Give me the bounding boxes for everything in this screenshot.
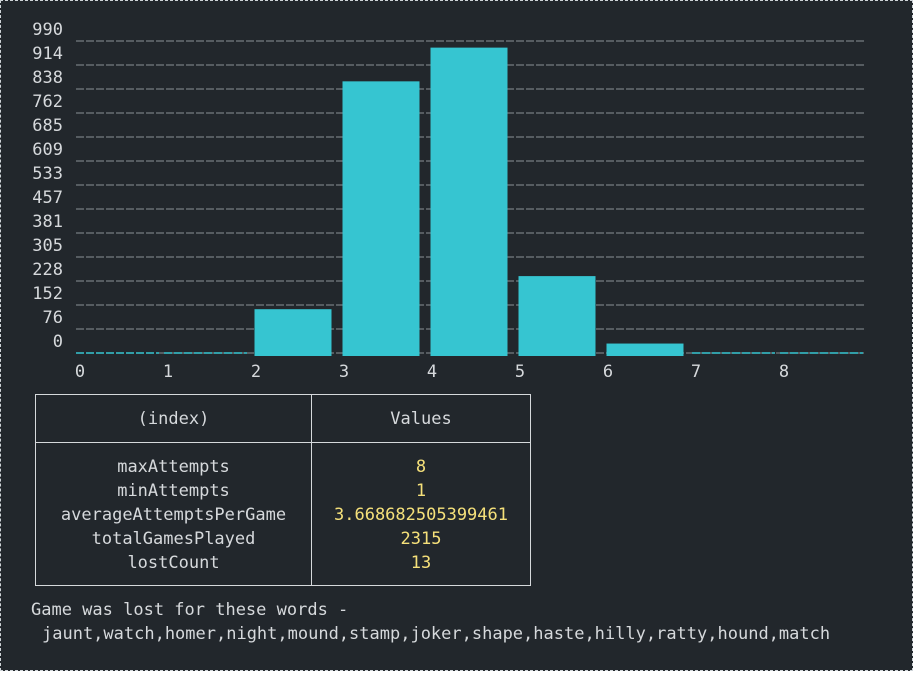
bar	[254, 309, 332, 356]
y-axis-ticks: 0 76 152 228 305 381 457 533 609 685 762 838 914 990	[32, 20, 63, 352]
stats-table: (index) Values maxAttempts 8 minAttempts…	[35, 394, 531, 586]
y-tick-label: 685	[32, 116, 63, 136]
y-tick-label: 305	[32, 236, 63, 256]
x-tick-label: 1	[163, 362, 173, 382]
table-row-value: 8	[415, 457, 427, 477]
table-row-value: 3.668682505399461	[334, 505, 508, 525]
y-tick-label: 76	[43, 308, 63, 328]
x-tick-label: 5	[515, 362, 525, 382]
table-row-key: minAttempts	[117, 481, 230, 501]
x-tick-label: 8	[779, 362, 789, 382]
y-tick-label: 381	[32, 212, 63, 232]
lost-words-list: jaunt,watch,homer,night,mound,stamp,joke…	[42, 624, 831, 644]
x-tick-label: 6	[603, 362, 613, 382]
x-tick-label: 7	[691, 362, 701, 382]
bar	[606, 343, 684, 356]
bar	[430, 47, 508, 356]
table-header-divider	[36, 442, 530, 443]
table-row-key: lostCount	[127, 553, 220, 573]
table-header-index: (index)	[137, 409, 210, 429]
table-header-values: Values	[390, 409, 452, 429]
lost-words-heading: Game was lost for these words -	[31, 600, 349, 620]
chart-bars	[76, 47, 863, 357]
y-tick-label: 152	[32, 284, 63, 304]
y-tick-label: 762	[32, 92, 63, 112]
table-row-key: averageAttemptsPerGame	[60, 505, 287, 525]
y-tick-label: 0	[53, 332, 63, 352]
histogram-chart: 076152228305381457533609685762838914990 …	[32, 20, 866, 382]
x-tick-label: 3	[339, 362, 349, 382]
y-tick-label: 533	[32, 164, 63, 184]
table-row-key: maxAttempts	[117, 457, 230, 477]
x-tick-label: 2	[251, 362, 261, 382]
table-row-key: totalGamesPlayed	[91, 529, 256, 549]
y-tick-label: 990	[32, 20, 63, 40]
y-tick-label: 457	[32, 188, 63, 208]
bar	[518, 276, 596, 356]
x-axis-ticks: 0 1 2 3 4 5 6 7 8	[75, 362, 789, 382]
terminal-window: 0 76 152 228 305 381 457 533 609 685 762 838 914 990 …	[0, 0, 913, 671]
y-tick-label: 228	[32, 260, 63, 280]
y-tick-label: 609	[32, 140, 63, 160]
x-tick-label: 4	[427, 362, 437, 382]
table-row-value: 1	[415, 481, 427, 501]
x-tick-label: 0	[75, 362, 85, 382]
table-row-value: 13	[410, 553, 432, 573]
bar	[342, 81, 420, 357]
table-row-value: 2315	[400, 529, 442, 549]
y-tick-label: 838	[32, 68, 63, 88]
y-tick-label: 914	[32, 44, 63, 64]
